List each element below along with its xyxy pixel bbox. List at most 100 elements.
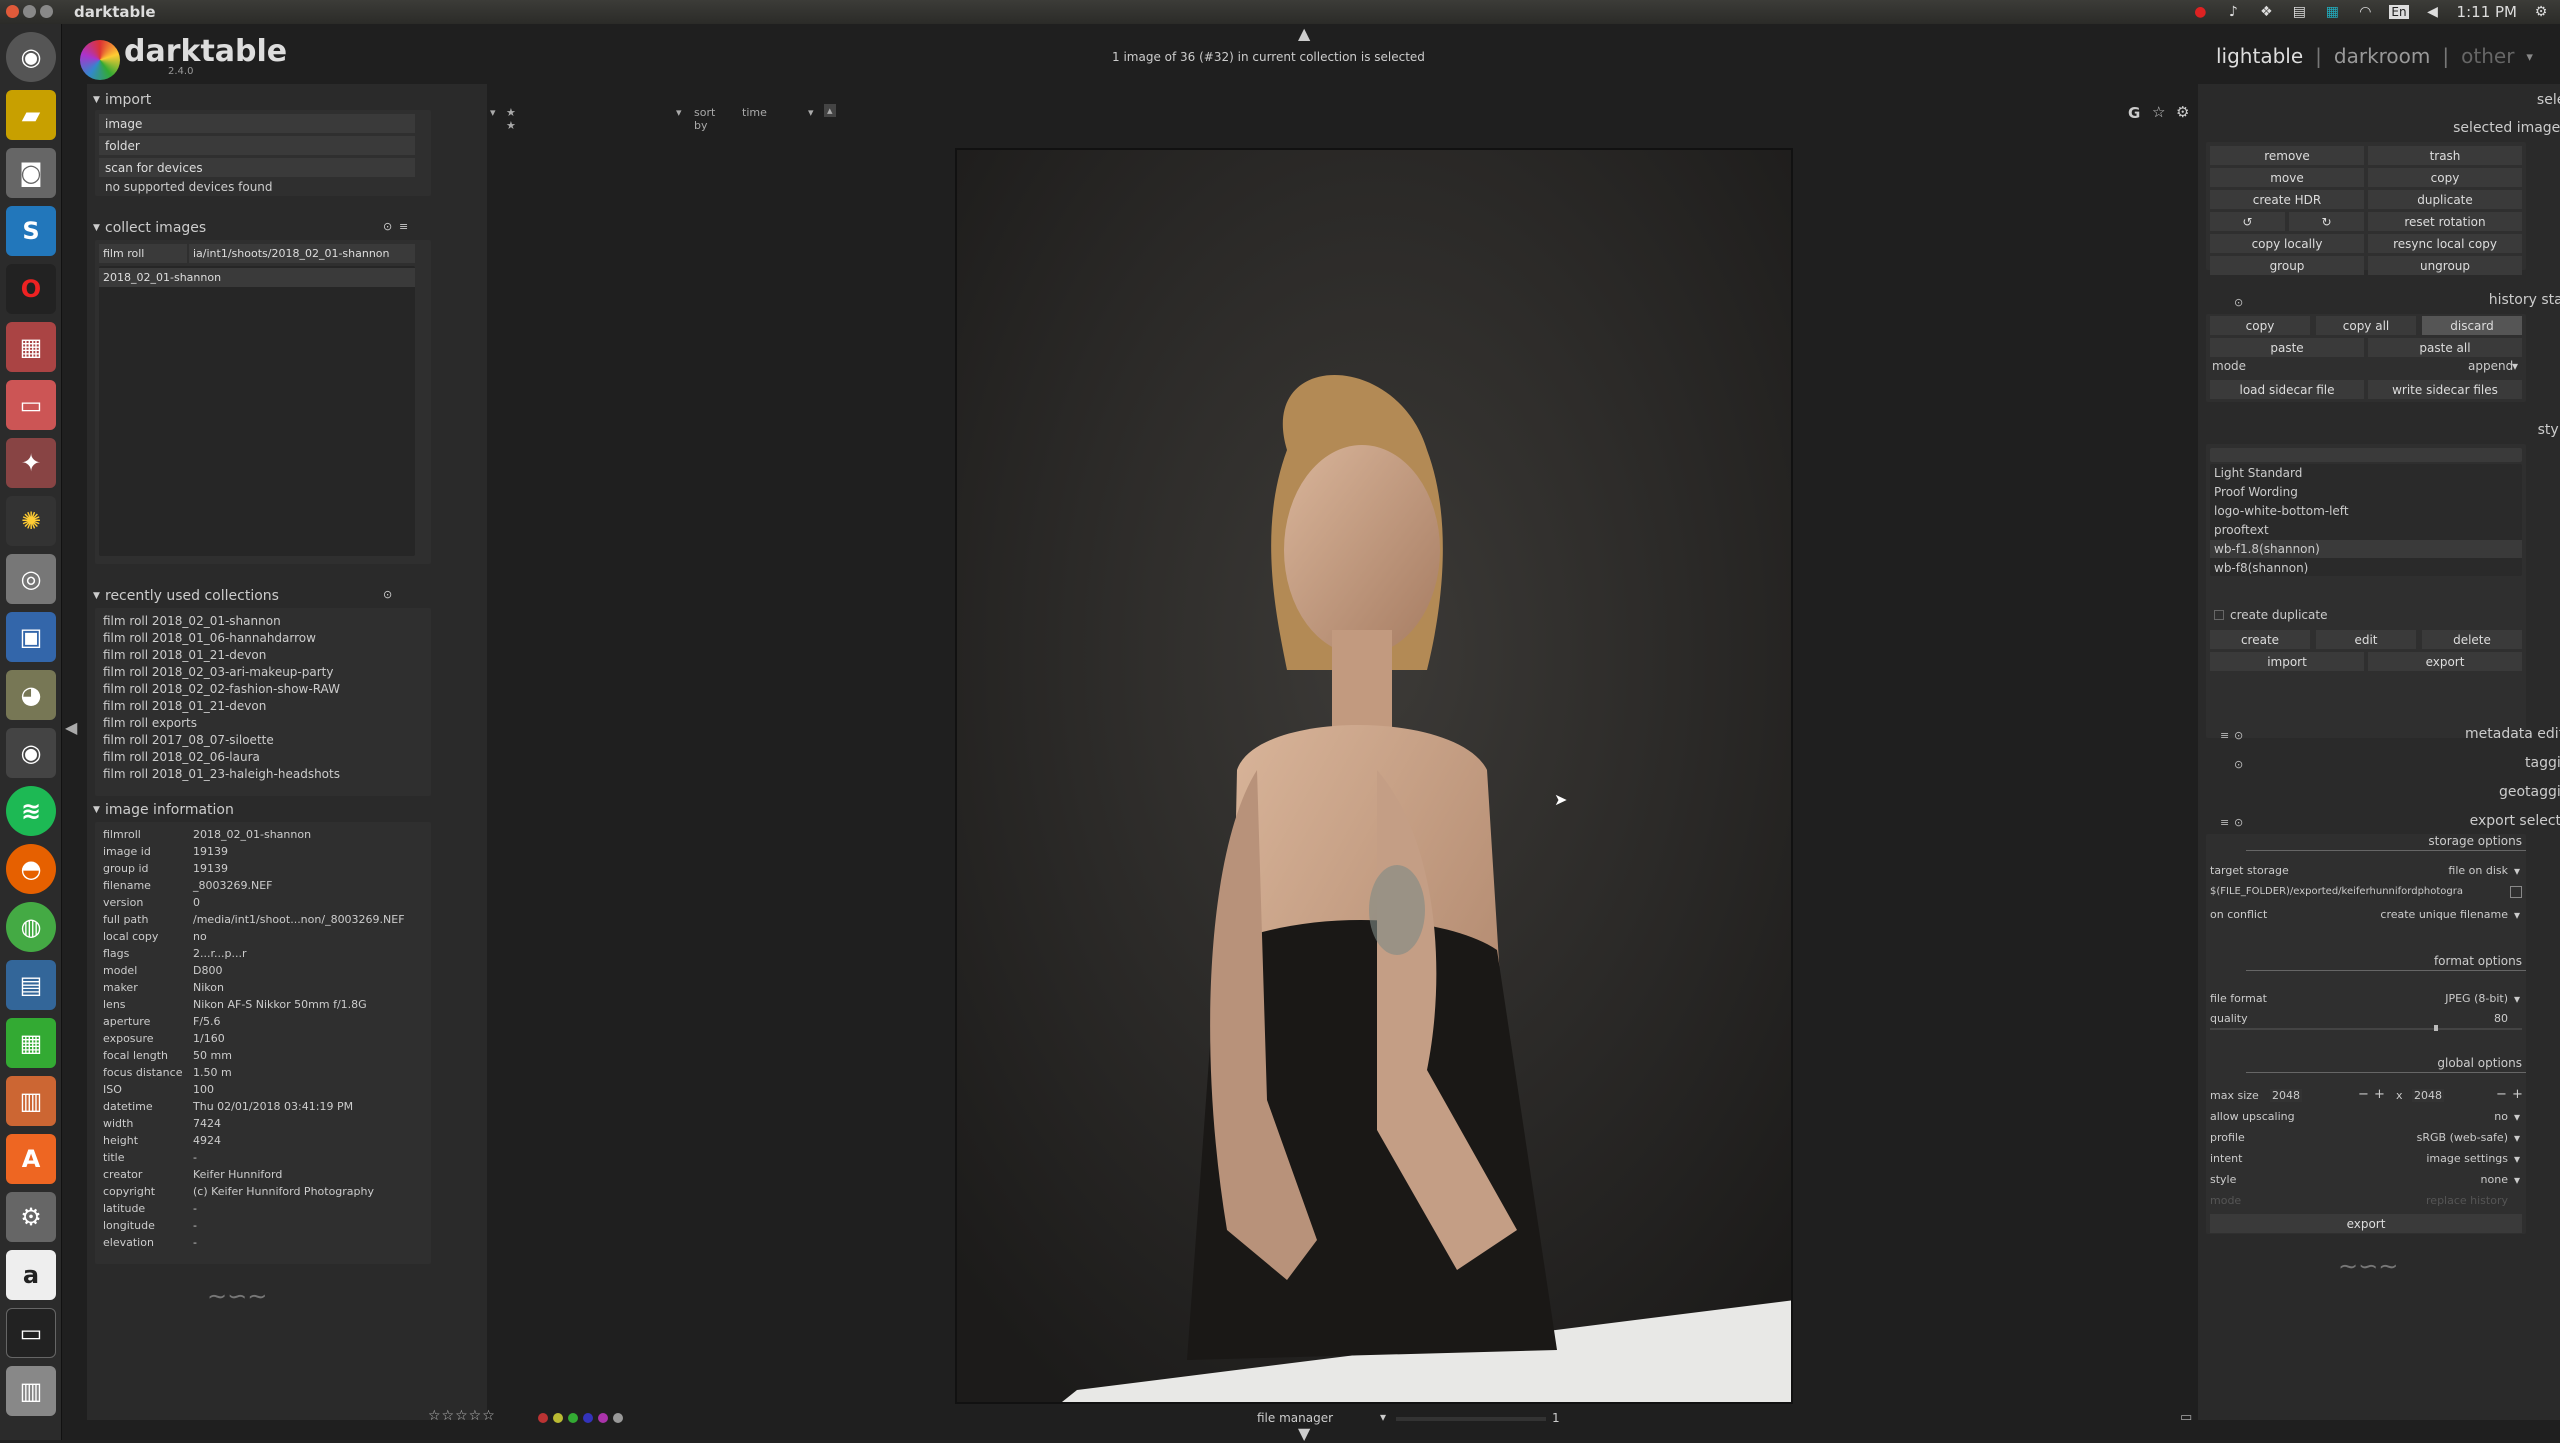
record-icon[interactable]: ●	[2191, 4, 2209, 20]
grouping-icon[interactable]: G	[2128, 104, 2140, 122]
scan-devices-button[interactable]: scan for devices	[99, 158, 415, 177]
quality-slider-marker[interactable]	[2434, 1025, 2438, 1031]
chevron-down-icon[interactable]: ▾	[2514, 864, 2520, 878]
display-icon[interactable]: ▭	[2180, 1410, 2192, 1425]
copy-button[interactable]: copy	[2368, 168, 2522, 187]
impress-icon[interactable]: ▥	[6, 1076, 56, 1126]
style-import-button[interactable]: import	[2210, 652, 2364, 671]
zoom-count[interactable]: 1	[1552, 1411, 1560, 1425]
bell-icon[interactable]: ♪	[2224, 4, 2242, 20]
collect-path-input[interactable]: ia/int1/shoots/2018_02_01-shannon	[189, 244, 415, 263]
chevron-down-icon[interactable]: ▾	[490, 106, 496, 119]
files-icon[interactable]: ▭	[6, 380, 56, 430]
close-window-button[interactable]	[6, 5, 19, 18]
chevron-down-icon[interactable]: ▾	[2526, 50, 2533, 68]
chevron-down-icon[interactable]: ▾	[676, 106, 682, 119]
style-item[interactable]: wb-f1.8(shannon)	[2214, 542, 2320, 556]
blue-label-dot[interactable]	[583, 1413, 593, 1423]
calc-icon[interactable]: ▦	[6, 1018, 56, 1068]
rating-filter[interactable]: ★ ★	[506, 106, 516, 132]
import-image-button[interactable]: image	[99, 114, 415, 133]
mode-select[interactable]: append	[2468, 359, 2513, 373]
minimize-window-button[interactable]	[23, 5, 36, 18]
max-width-input[interactable]: 2048	[2270, 1089, 2302, 1102]
gear-icon[interactable]: ⚙	[2532, 4, 2550, 20]
camera-icon[interactable]: ◙	[6, 148, 56, 198]
spotify-icon[interactable]: ≋	[6, 786, 56, 836]
recent-item[interactable]: film roll 2018_01_21-devon	[103, 648, 266, 662]
create-hdr-button[interactable]: create HDR	[2210, 190, 2364, 209]
recent-item[interactable]: film roll 2018_02_02-fashion-show-RAW	[103, 682, 340, 696]
history-paste-all-button[interactable]: paste all	[2368, 338, 2522, 357]
recent-item[interactable]: film roll 2018_02_03-ari-makeup-party	[103, 665, 333, 679]
top-panel-toggle-icon[interactable]: ▲	[1298, 24, 1310, 43]
styles-filter-input[interactable]	[2210, 448, 2522, 462]
style-item[interactable]: prooftext	[2214, 523, 2269, 537]
chevron-down-icon[interactable]: ▾	[2514, 992, 2520, 1006]
remove-button[interactable]: remove	[2210, 146, 2364, 165]
recent-item[interactable]: film roll 2018_01_21-devon	[103, 699, 266, 713]
style-item[interactable]: Light Standard	[2214, 466, 2302, 480]
load-sidecar-button[interactable]: load sidecar file	[2210, 380, 2364, 399]
history-paste-button[interactable]: paste	[2210, 338, 2364, 357]
chrome-icon[interactable]: ◍	[6, 902, 56, 952]
chevron-down-icon[interactable]: ▾	[2512, 359, 2518, 373]
amazon-icon[interactable]: a	[6, 1250, 56, 1300]
quality-slider[interactable]	[2210, 1025, 2522, 1031]
target-storage-select[interactable]: file on disk	[2448, 864, 2508, 877]
copy-locally-button[interactable]: copy locally	[2210, 234, 2364, 253]
menu-icon[interactable]: ≡	[2220, 729, 2229, 742]
select-section[interactable]: select ◂	[2537, 92, 2560, 108]
star-overlay-icon[interactable]: ☆	[2152, 103, 2165, 121]
firefox-icon[interactable]: ◓	[6, 844, 56, 894]
preset-icon[interactable]: ⊙	[2234, 816, 2243, 829]
preset-icon[interactable]: ⊙	[2234, 296, 2243, 309]
style-create-button[interactable]: create	[2210, 630, 2310, 649]
chevron-down-icon[interactable]: ▾	[1380, 1410, 1386, 1424]
view-other[interactable]: other	[2461, 44, 2514, 68]
trash-button[interactable]: trash	[2368, 146, 2522, 165]
minus-icon[interactable]: −	[2496, 1087, 2507, 1102]
photo-preview[interactable]	[955, 148, 1793, 1404]
rotate-cw-icon[interactable]: ↻	[2289, 212, 2364, 231]
chevron-down-icon[interactable]: ▾	[2514, 1110, 2520, 1124]
gear-icon[interactable]: ⚙	[2176, 103, 2189, 121]
sort-select[interactable]: time	[742, 106, 767, 119]
recent-item[interactable]: film roll 2018_02_01-shannon	[103, 614, 281, 628]
preset-icon[interactable]: ⊙	[383, 588, 392, 601]
clock[interactable]: 1:11 PM	[2457, 3, 2517, 21]
wifi-icon[interactable]: ◠	[2356, 4, 2374, 20]
tools-icon[interactable]: ✦	[6, 438, 56, 488]
plus-icon[interactable]: +	[2374, 1087, 2385, 1102]
photo-app-icon[interactable]: ▣	[6, 612, 56, 662]
writer-icon[interactable]: ▤	[6, 960, 56, 1010]
profile-select[interactable]: sRGB (web-safe)	[2417, 1131, 2508, 1144]
duplicate-button[interactable]: duplicate	[2368, 190, 2522, 209]
volume-icon[interactable]: ◀	[2424, 4, 2442, 20]
styles-section[interactable]: styles ▾	[2538, 422, 2560, 438]
camera2-icon[interactable]: ◎	[6, 554, 56, 604]
view-darkroom[interactable]: darkroom	[2334, 44, 2431, 68]
preset-icon[interactable]: ⊙	[383, 220, 392, 233]
tagging-section[interactable]: tagging ◂	[2525, 755, 2560, 771]
menu-icon[interactable]: ≡	[2220, 816, 2229, 829]
metadata-editor-section[interactable]: metadata editor ◂	[2465, 726, 2560, 742]
allow-upscaling-select[interactable]: no	[2494, 1110, 2508, 1123]
left-panel-toggle-icon[interactable]: ◀	[65, 718, 77, 737]
style-delete-button[interactable]: delete	[2422, 630, 2522, 649]
speaker-icon[interactable]: ◉	[6, 728, 56, 778]
ubuntu-icon[interactable]: ◉	[6, 32, 56, 82]
software-center-icon[interactable]: A	[6, 1134, 56, 1184]
reset-rotation-button[interactable]: reset rotation	[2368, 212, 2522, 231]
geotagging-section[interactable]: geotagging ◂	[2499, 784, 2560, 800]
yellow-label-dot[interactable]	[553, 1413, 563, 1423]
history-stack-section[interactable]: history stack ▾	[2489, 292, 2560, 308]
style-item[interactable]: logo-white-bottom-left	[2214, 504, 2349, 518]
chevron-down-icon[interactable]: ▾	[2514, 1131, 2520, 1145]
rotate-ccw-icon[interactable]: ↺	[2210, 212, 2285, 231]
gray-label-dot[interactable]	[613, 1413, 623, 1423]
green-label-dot[interactable]	[568, 1413, 578, 1423]
menu-icon[interactable]: ≡	[399, 220, 408, 233]
bottom-panel-toggle-icon[interactable]: ▼	[1298, 1424, 1310, 1443]
opera-icon[interactable]: O	[6, 264, 56, 314]
